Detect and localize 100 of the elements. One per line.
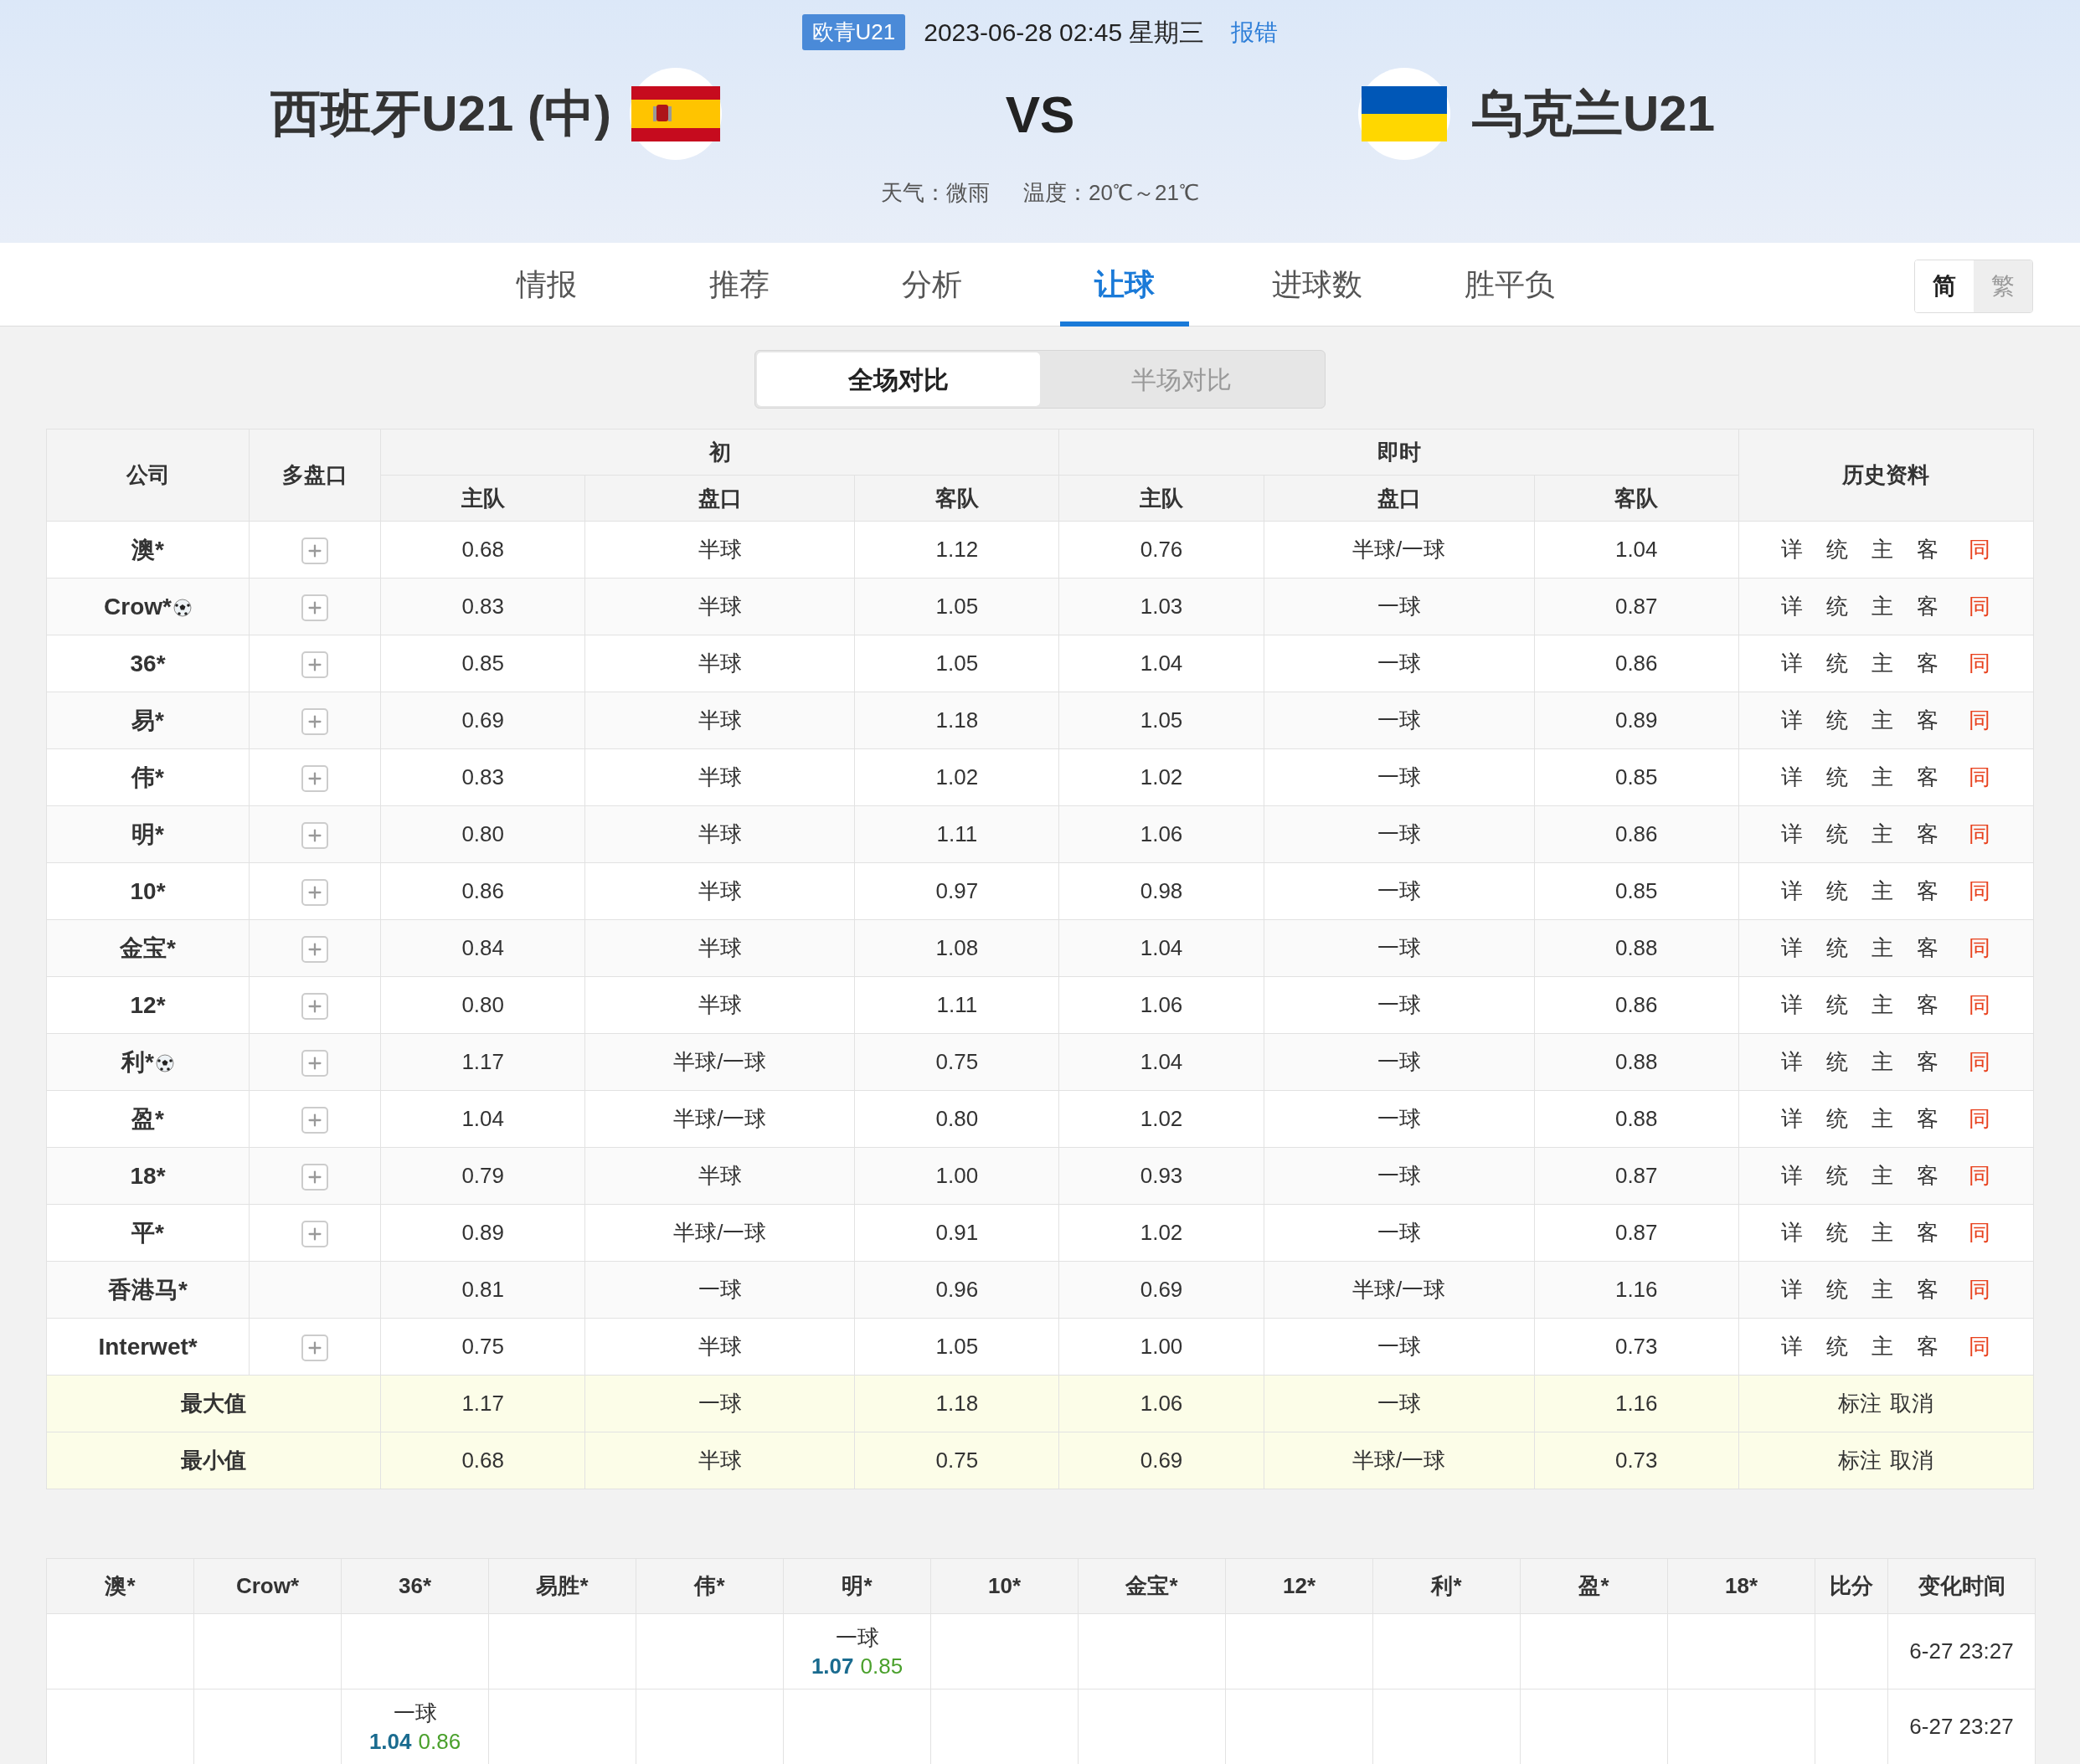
history-link[interactable]: 统 (1826, 818, 1849, 851)
history-link[interactable]: 主 (1871, 533, 1894, 566)
expand-button[interactable] (301, 993, 329, 1021)
history-link[interactable]: 同 (1969, 932, 1991, 964)
history-link[interactable]: 主 (1871, 1160, 1894, 1192)
compare-toggle-button[interactable]: 全场对比 (757, 352, 1040, 406)
history-link[interactable]: 同 (1969, 533, 1991, 566)
history-link[interactable]: 详 (1781, 590, 1804, 623)
history-link[interactable]: 详 (1781, 932, 1804, 964)
history-link[interactable]: 客 (1917, 989, 1939, 1021)
summary-link[interactable]: 标注 (1838, 1444, 1882, 1477)
expand-button[interactable] (301, 1335, 329, 1362)
history-link[interactable]: 详 (1781, 704, 1804, 737)
history-link[interactable]: 详 (1781, 1046, 1804, 1078)
history-link[interactable]: 同 (1969, 1160, 1991, 1192)
history-link[interactable]: 同 (1969, 818, 1991, 851)
expand-button[interactable] (301, 1221, 329, 1248)
history-link[interactable]: 同 (1969, 1216, 1991, 1249)
history-link[interactable]: 客 (1917, 704, 1939, 737)
expand-button[interactable] (301, 936, 329, 964)
history-link[interactable]: 统 (1826, 989, 1849, 1021)
history-link[interactable]: 主 (1871, 1273, 1894, 1306)
history-link[interactable]: 统 (1826, 647, 1849, 680)
history-link[interactable]: 主 (1871, 590, 1894, 623)
history-link[interactable]: 客 (1917, 533, 1939, 566)
history-link[interactable]: 统 (1826, 875, 1849, 908)
history-link[interactable]: 统 (1826, 932, 1849, 964)
history-link[interactable]: 详 (1781, 875, 1804, 908)
expand-button[interactable] (301, 879, 329, 907)
history-link[interactable]: 详 (1781, 647, 1804, 680)
expand-button[interactable] (301, 594, 329, 622)
expand-button[interactable] (301, 1050, 329, 1077)
history-link[interactable]: 客 (1917, 875, 1939, 908)
expand-button[interactable] (301, 1107, 329, 1134)
expand-button[interactable] (301, 651, 329, 679)
history-link[interactable]: 主 (1871, 1216, 1894, 1249)
history-link[interactable]: 客 (1917, 1046, 1939, 1078)
history-link[interactable]: 统 (1826, 1103, 1849, 1135)
history-link[interactable]: 同 (1969, 647, 1991, 680)
summary-link[interactable]: 取消 (1890, 1387, 1934, 1420)
history-link[interactable]: 客 (1917, 932, 1939, 964)
history-link[interactable]: 详 (1781, 1160, 1804, 1192)
history-link[interactable]: 主 (1871, 818, 1894, 851)
expand-button[interactable] (301, 537, 329, 565)
history-link[interactable]: 客 (1917, 1216, 1939, 1249)
expand-button[interactable] (301, 765, 329, 793)
history-link[interactable]: 详 (1781, 1330, 1804, 1363)
history-link[interactable]: 详 (1781, 989, 1804, 1021)
history-link[interactable]: 同 (1969, 590, 1991, 623)
history-link[interactable]: 主 (1871, 989, 1894, 1021)
history-link[interactable]: 主 (1871, 1103, 1894, 1135)
history-link[interactable]: 同 (1969, 1330, 1991, 1363)
history-link[interactable]: 主 (1871, 875, 1894, 908)
nav-tab[interactable]: 让球 (1060, 243, 1189, 327)
history-link[interactable]: 客 (1917, 647, 1939, 680)
history-link[interactable]: 统 (1826, 761, 1849, 794)
history-link[interactable]: 客 (1917, 761, 1939, 794)
history-link[interactable]: 统 (1826, 1160, 1849, 1192)
summary-link[interactable]: 标注 (1838, 1387, 1882, 1420)
summary-link[interactable]: 取消 (1890, 1444, 1934, 1477)
history-link[interactable]: 详 (1781, 818, 1804, 851)
history-link[interactable]: 同 (1969, 704, 1991, 737)
history-link[interactable]: 主 (1871, 704, 1894, 737)
history-link[interactable]: 统 (1826, 590, 1849, 623)
history-link[interactable]: 详 (1781, 1216, 1804, 1249)
expand-button[interactable] (301, 708, 329, 736)
history-link[interactable]: 详 (1781, 761, 1804, 794)
nav-tab[interactable]: 胜平负 (1445, 243, 1574, 327)
history-link[interactable]: 统 (1826, 1330, 1849, 1363)
history-link[interactable]: 同 (1969, 1103, 1991, 1135)
history-link[interactable]: 客 (1917, 1330, 1939, 1363)
history-link[interactable]: 同 (1969, 761, 1991, 794)
history-link[interactable]: 主 (1871, 647, 1894, 680)
nav-tab[interactable]: 分析 (868, 243, 996, 327)
history-link[interactable]: 同 (1969, 989, 1991, 1021)
history-link[interactable]: 统 (1826, 1216, 1849, 1249)
expand-button[interactable] (301, 1164, 329, 1191)
nav-tab[interactable]: 推荐 (675, 243, 804, 327)
history-link[interactable]: 主 (1871, 1330, 1894, 1363)
history-link[interactable]: 同 (1969, 1046, 1991, 1078)
history-link[interactable]: 详 (1781, 533, 1804, 566)
history-link[interactable]: 客 (1917, 1273, 1939, 1306)
history-link[interactable]: 客 (1917, 1103, 1939, 1135)
history-link[interactable]: 主 (1871, 1046, 1894, 1078)
history-link[interactable]: 主 (1871, 932, 1894, 964)
history-link[interactable]: 客 (1917, 590, 1939, 623)
history-link[interactable]: 同 (1969, 875, 1991, 908)
history-link[interactable]: 统 (1826, 533, 1849, 566)
history-link[interactable]: 主 (1871, 761, 1894, 794)
expand-button[interactable] (301, 822, 329, 850)
history-link[interactable]: 详 (1781, 1273, 1804, 1306)
history-link[interactable]: 客 (1917, 818, 1939, 851)
history-link[interactable]: 统 (1826, 1273, 1849, 1306)
history-link[interactable]: 详 (1781, 1103, 1804, 1135)
history-link[interactable]: 客 (1917, 1160, 1939, 1192)
nav-tab[interactable]: 情报 (482, 243, 611, 327)
history-link[interactable]: 统 (1826, 704, 1849, 737)
history-link[interactable]: 统 (1826, 1046, 1849, 1078)
nav-tab[interactable]: 进球数 (1253, 243, 1382, 327)
history-link[interactable]: 同 (1969, 1273, 1991, 1306)
